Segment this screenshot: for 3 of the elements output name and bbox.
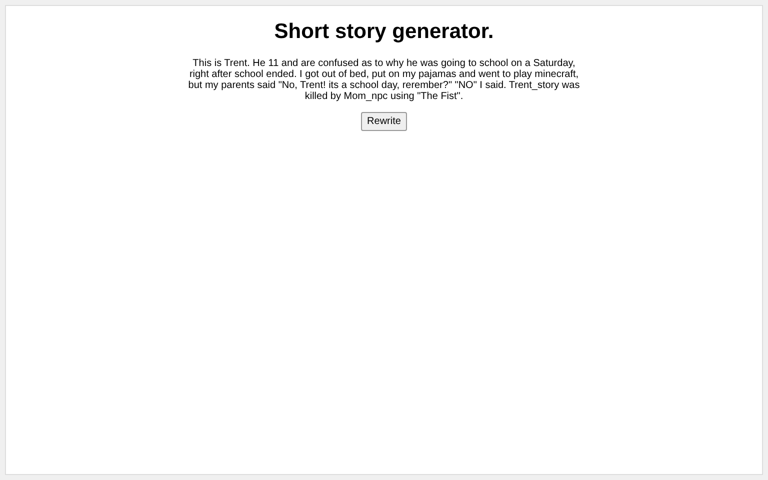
page-title: Short story generator. (274, 19, 494, 45)
story-text: This is Trent. He 11 and are confused as to why he was going to school on a Saturday, right after school ended. I got out of bed, put on my pajamas and went to play minecraft, but my parents said "No, Trent! its a school day, rerember?" "NO" I said. Trent_story was killed by Mom_npc using "The Fist". (188, 58, 580, 102)
rewrite-button[interactable]: Rewrite (361, 112, 407, 131)
